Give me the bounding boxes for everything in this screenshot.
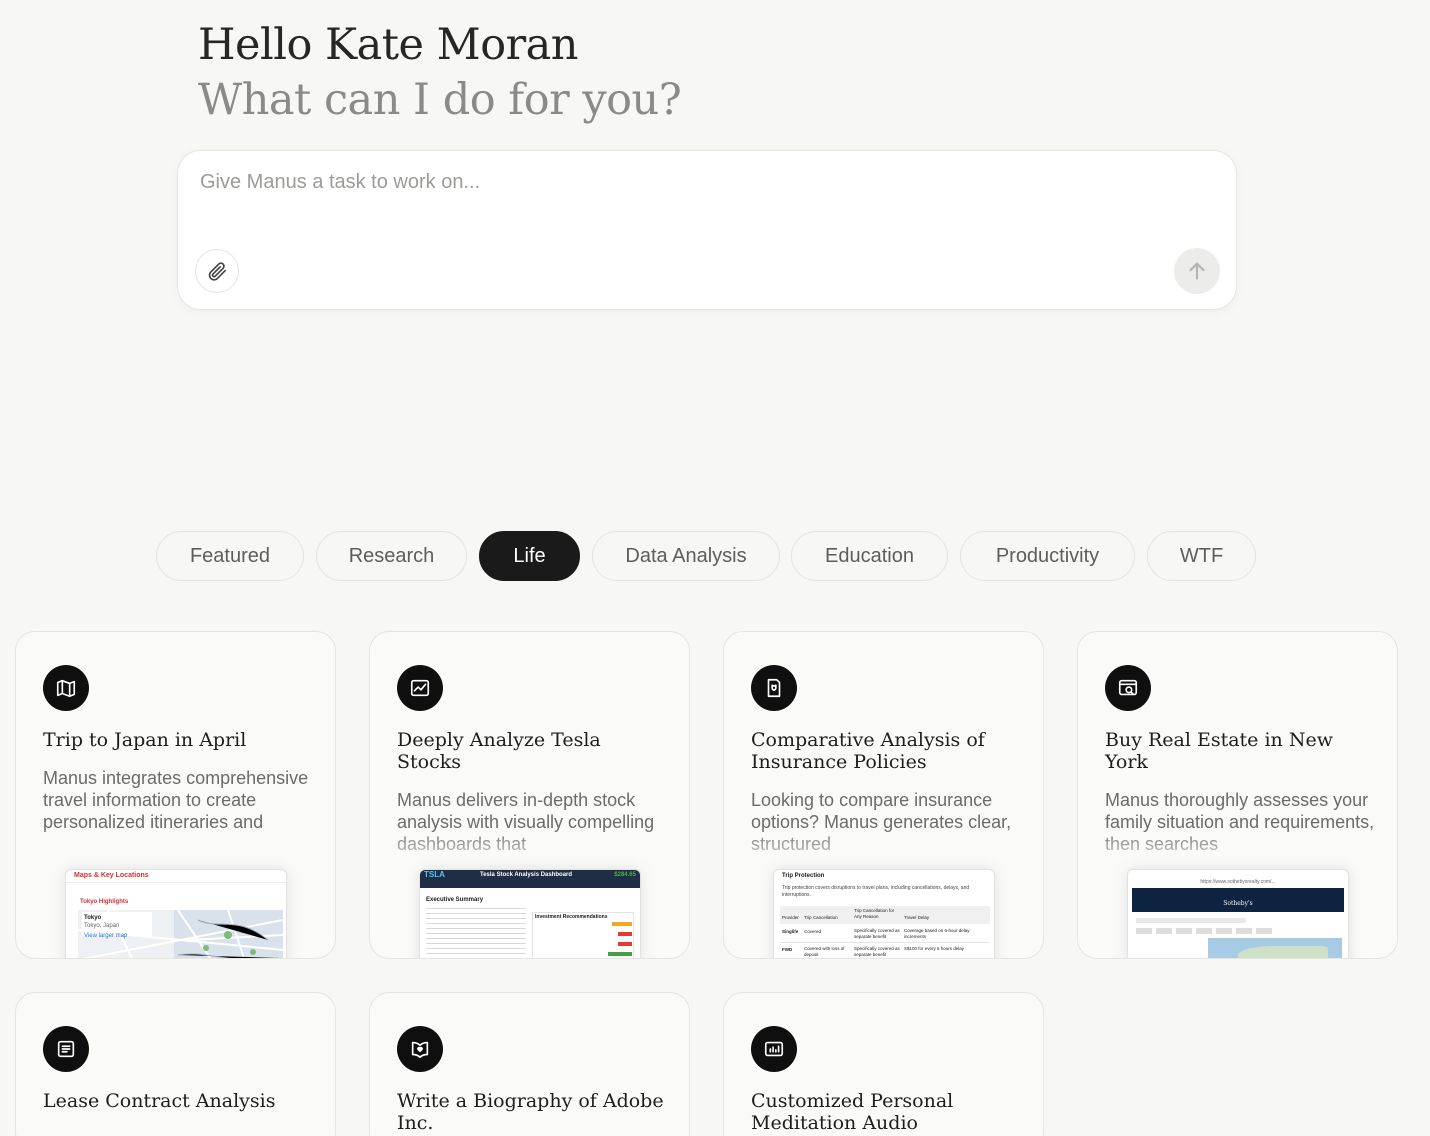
card-icon [397,665,443,711]
card-icon [751,665,797,711]
house-search-icon [1118,679,1138,696]
tab-education[interactable]: Education [791,531,948,581]
preview-price: $284.65 [614,872,636,878]
tab-wtf[interactable]: WTF [1147,531,1256,581]
card-icon [43,1026,89,1072]
greeting-prompt: What can I do for you? [198,75,682,125]
task-composer [177,150,1237,310]
card-preview-map: Maps & Key Locations Tokyo Highlights To… [65,869,287,958]
shield-document-icon [767,678,781,698]
card-title: Lease Contract Analysis [43,1090,276,1112]
preview-section: Executive Summary [426,897,484,903]
card-preview-listing: https://www.sothebysrealty.com/... Sothe… [1127,869,1349,958]
paperclip-icon [208,262,227,281]
audio-chart-icon [764,1041,784,1057]
preview-panel: Investment Recommendations [535,914,608,920]
card-title: Customized Personal Meditation Audio [751,1090,954,1134]
preview-brand: Sotheby's [1223,900,1253,907]
preview-col-header: Trip Cancellation for Any Reason [854,908,895,919]
card-title: Comparative Analysis of Insurance Polici… [751,729,985,773]
text-fade [1078,828,1397,872]
usecase-card-meditation-audio[interactable]: Customized Personal Meditation Audio [723,992,1044,1136]
card-title: Write a Biography of Adobe Inc. [397,1090,664,1134]
preview-heading: Tesla Stock Analysis Dashboard [480,872,573,878]
preview-cell: Specifically covered as separate benefit [854,946,900,957]
tab-productivity[interactable]: Productivity [960,531,1135,581]
card-preview-table: Trip Protection Trip protection covers d… [773,869,995,958]
card-title: Deeply Analyze Tesla Stocks [397,729,601,773]
send-button[interactable] [1174,248,1220,294]
card-title: Buy Real Estate in New York [1105,729,1333,773]
task-input[interactable] [200,171,1210,231]
arrow-up-icon [1189,262,1205,280]
preview-cell: S$100 for every 6 hours delay [904,946,965,951]
usecase-card-insurance[interactable]: Comparative Analysis of Insurance Polici… [723,631,1044,959]
card-title: Trip to Japan in April [43,729,247,751]
preview-cell: Singlife [782,929,799,934]
tab-research[interactable]: Research [316,531,467,581]
usecase-card-tesla[interactable]: Deeply Analyze Tesla Stocks Manus delive… [369,631,690,959]
preview-label: Tokyo, Japan [84,923,120,929]
usecase-card-japan-trip[interactable]: Trip to Japan in April Manus integrates … [15,631,336,959]
text-fade [16,828,335,872]
preview-col-header: Provider [782,915,799,920]
contract-list-icon [57,1040,75,1058]
card-icon [397,1026,443,1072]
preview-col-header: Trip Cancellation [804,915,838,920]
greeting-hello: Hello Kate Moran [198,20,578,70]
preview-ticker: TSLA [424,870,445,879]
text-fade [370,828,689,872]
card-icon [1105,665,1151,711]
preview-url: https://www.sothebysrealty.com/... [1200,879,1276,885]
usecase-card-adobe-biography[interactable]: Write a Biography of Adobe Inc. [369,992,690,1136]
tab-data-analysis[interactable]: Data Analysis [592,531,780,581]
tab-life[interactable]: Life [479,531,580,581]
card-preview-dashboard: TSLA Tesla Stock Analysis Dashboard $284… [419,869,641,958]
preview-cell: FWD [782,947,793,952]
preview-heading: Trip Protection [782,873,825,879]
preview-col-header: Travel Delay [904,915,930,920]
preview-heading: Maps & Key Locations [74,872,149,879]
usecase-card-lease-contract[interactable]: Lease Contract Analysis [15,992,336,1136]
book-heart-icon [411,1041,429,1059]
stock-chart-icon [410,679,430,697]
preview-label: Tokyo [84,915,102,921]
tab-featured[interactable]: Featured [156,531,304,581]
usecase-card-real-estate[interactable]: Buy Real Estate in New York Manus thorou… [1077,631,1398,959]
preview-intro: Trip protection covers disruptions to tr… [782,885,970,898]
manus-home: Hello Kate Moran What can I do for you? … [0,0,1430,1136]
greeting: Hello Kate Moran What can I do for you? [198,18,682,128]
preview-cell: Covered with loss of deposit [804,946,845,957]
preview-cell: Specifically covered as separate benefit [854,928,900,939]
preview-cell: Covered [804,929,822,934]
preview-cell: Coverage based on 6-hour delay increment… [904,928,970,939]
preview-subheading: Tokyo Highlights [80,899,129,905]
text-fade [724,828,1043,872]
view-larger-map-link: View larger map [84,933,128,939]
map-icon [56,679,76,698]
attach-button[interactable] [195,249,239,293]
card-icon [751,1026,797,1072]
card-icon [43,665,89,711]
